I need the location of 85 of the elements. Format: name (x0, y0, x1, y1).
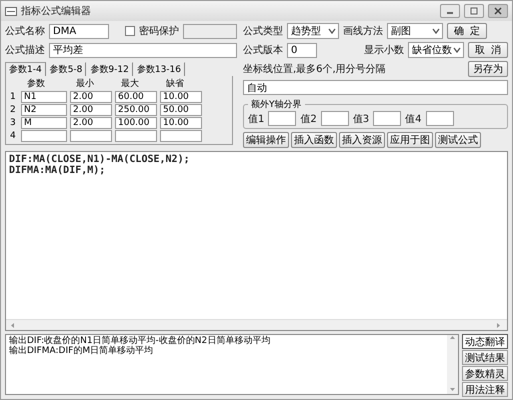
dropdown-caret-icon (432, 28, 440, 34)
row-number: 1 (10, 92, 17, 102)
window-title: 指标公式编辑器 (21, 4, 92, 18)
param-field[interactable] (70, 130, 112, 142)
column-header: 参数 (26, 78, 46, 90)
tool-button[interactable]: 应用于图 (387, 132, 433, 148)
side-button[interactable]: 参数精灵 (462, 366, 508, 381)
param-field[interactable] (115, 130, 157, 142)
name-field[interactable]: DMA (49, 24, 109, 38)
value-label: 值2 (300, 112, 317, 126)
param-field[interactable]: 100.00 (115, 117, 157, 129)
column-header: 最大 (120, 78, 140, 90)
param-field[interactable]: 50.00 (160, 104, 202, 116)
param-tab[interactable]: 参数5-8 (46, 62, 86, 76)
row-number: 2 (10, 105, 17, 115)
note-line: 输出DIFMA:DIF的M日简单移动平均 (9, 346, 154, 356)
scroll-arrow-icon[interactable] (10, 322, 17, 328)
decimals-label: 显示小数 (364, 44, 404, 57)
type-label: 公式类型 (243, 24, 283, 38)
minimize-button[interactable] (440, 4, 460, 18)
close-button[interactable] (488, 4, 508, 18)
draw-label: 画线方法 (343, 24, 383, 38)
close-icon (494, 7, 502, 15)
param-field[interactable]: 60.00 (115, 91, 157, 103)
code-line: DIF:MA(CLOSE,N1)-MA(CLOSE,N2); (9, 154, 191, 165)
row-number: 3 (10, 118, 17, 128)
param-field[interactable]: 2.00 (70, 104, 112, 116)
password-checkbox[interactable] (125, 26, 135, 36)
value-field[interactable] (320, 111, 349, 126)
param-field[interactable] (21, 130, 67, 142)
version-label: 公式版本 (243, 44, 283, 57)
password-field[interactable] (183, 24, 237, 38)
type-select[interactable]: 趋势型 (287, 23, 339, 39)
side-button[interactable]: 用法注释 (462, 382, 508, 397)
param-field[interactable]: N2 (21, 104, 67, 116)
column-header: 最小 (75, 78, 95, 90)
description-field[interactable]: 平均差 (49, 42, 237, 58)
tool-button[interactable]: 插入函数 (291, 132, 337, 148)
decimals-select[interactable]: 缺省位数 (408, 42, 464, 58)
maximize-button[interactable] (464, 4, 484, 18)
scroll-arrow-icon[interactable] (449, 335, 456, 342)
value-field[interactable] (373, 111, 402, 126)
tool-button[interactable]: 编辑操作 (243, 132, 289, 148)
value-label: 值3 (352, 112, 370, 126)
dropdown-caret-icon (328, 28, 336, 34)
tool-button[interactable]: 测试公式 (435, 132, 481, 148)
axis-field[interactable]: 自动 (243, 80, 508, 95)
ok-button[interactable]: 确 定 (447, 23, 487, 39)
value-label: 值1 (248, 112, 264, 126)
axis-label: 坐标线位置,最多6个,用分号分隔 (243, 62, 387, 76)
param-field[interactable]: 250.00 (115, 104, 157, 116)
password-label: 密码保护 (139, 24, 179, 38)
value-field[interactable] (268, 111, 296, 126)
column-header: 缺省 (165, 78, 185, 90)
save-as-button[interactable]: 另存为 (468, 61, 508, 77)
draw-select[interactable]: 副图 (387, 23, 443, 39)
param-field[interactable]: 10.00 (160, 117, 202, 129)
dropdown-caret-icon (453, 47, 461, 53)
name-label: 公式名称 (5, 24, 45, 38)
note-line: 输出DIF:收盘价的N1日简单移动平均-收盘价的N2日简单移动平均 (9, 336, 272, 346)
param-field[interactable]: 2.00 (70, 91, 112, 103)
cancel-button[interactable]: 取 消 (468, 42, 508, 58)
param-tab[interactable]: 参数1-4 (5, 62, 46, 76)
param-tab[interactable]: 参数13-16 (132, 62, 185, 76)
param-field[interactable]: 10.00 (160, 91, 202, 103)
param-field[interactable]: N1 (21, 91, 67, 103)
description-label: 公式描述 (5, 44, 45, 57)
value-field[interactable] (426, 111, 454, 126)
tool-button[interactable]: 插入资源 (339, 132, 385, 148)
value-label: 值4 (405, 112, 422, 126)
group-title: 额外Y轴分界 (250, 98, 302, 111)
code-line: DIFMA:MA(DIF,M); (9, 165, 106, 176)
vertical-scrollbar[interactable] (447, 335, 458, 394)
param-tab[interactable]: 参数9-12 (86, 62, 133, 76)
param-field[interactable]: M (21, 117, 67, 129)
param-field[interactable]: 2.00 (70, 117, 112, 129)
row-number: 4 (10, 131, 17, 141)
horizontal-scrollbar[interactable] (6, 319, 507, 330)
version-field[interactable]: 0 (287, 42, 317, 58)
maximize-icon (470, 7, 478, 15)
param-field[interactable] (160, 130, 202, 142)
window-icon (5, 6, 17, 16)
side-button[interactable]: 测试结果 (462, 350, 508, 365)
side-button[interactable]: 动态翻译 (462, 334, 508, 349)
code-editor[interactable]: DIF:MA(CLOSE,N1)-MA(CLOSE,N2); DIFMA:MA(DIF,M); (5, 151, 508, 331)
